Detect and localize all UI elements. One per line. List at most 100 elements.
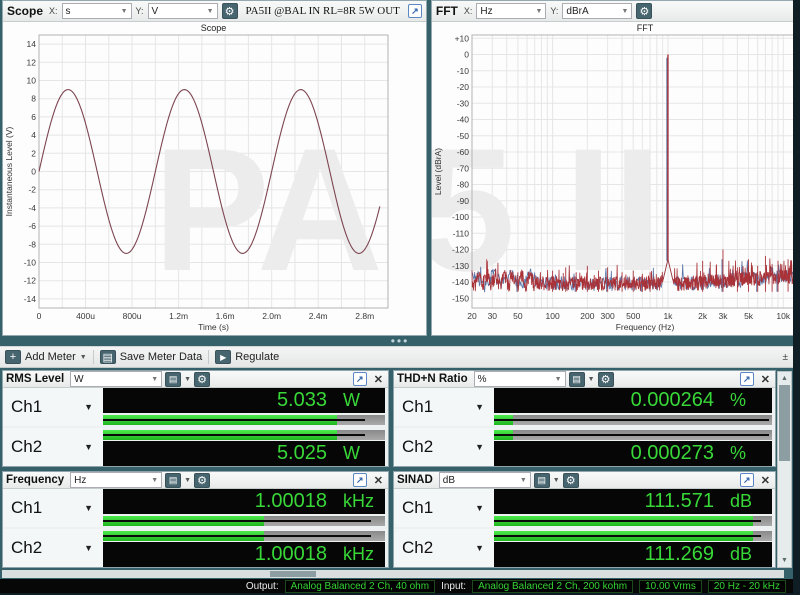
channel-selector[interactable]: Ch2▼ <box>394 428 494 466</box>
svg-text:2.0m: 2.0m <box>262 311 281 321</box>
meter-display: 5.033W <box>103 388 385 413</box>
svg-text:+10: +10 <box>454 33 469 43</box>
save-meter-data-button[interactable]: ▤ Save Meter Data <box>100 350 203 364</box>
y-axis-label: Y: <box>136 6 144 16</box>
scope-y-unit-select[interactable]: V▼ <box>148 3 218 19</box>
popout-icon[interactable]: ↗ <box>740 473 754 487</box>
svg-text:Scope: Scope <box>201 23 227 33</box>
scroll-up-icon[interactable]: ▲ <box>778 372 791 385</box>
output-config-badge[interactable]: Analog Balanced 2 Ch, 40 ohm <box>285 580 435 593</box>
svg-text:300: 300 <box>600 311 614 321</box>
channel-selector[interactable]: Ch1▼ <box>394 489 494 527</box>
svg-text:-40: -40 <box>457 115 470 125</box>
svg-text:Level (dBrA): Level (dBrA) <box>433 148 443 195</box>
toolbar-separator <box>93 350 94 364</box>
unit-select[interactable]: dB▼ <box>439 472 531 488</box>
x-axis-label: X: <box>49 6 58 16</box>
gear-icon[interactable]: ⚙ <box>563 473 579 488</box>
svg-text:0: 0 <box>37 311 42 321</box>
scrollbar-thumb[interactable] <box>779 385 790 461</box>
meter-display: 1.00018kHz <box>103 489 385 514</box>
input-config-badge[interactable]: Analog Balanced 2 Ch, 200 kohm <box>472 580 633 593</box>
svg-text:50: 50 <box>513 311 523 321</box>
meters-vertical-scrollbar[interactable]: ▲ ▼ <box>777 371 792 568</box>
meters-horizontal-scrollbar[interactable] <box>2 570 784 578</box>
svg-text:-2: -2 <box>28 185 36 195</box>
close-icon[interactable]: ✕ <box>761 373 770 386</box>
popout-icon[interactable]: ↗ <box>353 372 367 386</box>
chevron-down-icon: ▼ <box>84 402 93 412</box>
gear-icon[interactable]: ⚙ <box>222 3 238 19</box>
svg-text:200: 200 <box>580 311 594 321</box>
output-label: Output: <box>246 581 279 592</box>
chevron-down-icon: ▼ <box>588 376 595 383</box>
scope-header: Scope X: s▼ Y: V▼ ⚙ PA5II @BAL IN RL=8R … <box>3 1 426 22</box>
meter-style-icon[interactable]: ▤ <box>534 473 550 488</box>
channel-selector[interactable]: Ch2▼ <box>394 529 494 567</box>
status-bar: Output: Analog Balanced 2 Ch, 40 ohm Inp… <box>0 579 800 594</box>
meter-style-icon[interactable]: ▤ <box>165 473 181 488</box>
chevron-down-icon: ▼ <box>151 376 158 383</box>
meter-bar <box>494 413 772 426</box>
chevron-down-icon: ▼ <box>184 477 191 484</box>
channel-row: Ch2▼ 111.269dB <box>394 529 775 567</box>
meter-unit: W <box>343 443 377 464</box>
channel-selector[interactable]: Ch1▼ <box>3 489 103 527</box>
close-icon[interactable]: ✕ <box>374 474 383 487</box>
chevron-down-icon: ▼ <box>184 376 191 383</box>
fft-y-unit-select[interactable]: dBrA▼ <box>562 3 632 19</box>
svg-text:4: 4 <box>31 130 36 140</box>
svg-text:-150: -150 <box>452 293 469 303</box>
chevron-down-icon: ▼ <box>80 354 87 361</box>
chevron-down-icon: ▼ <box>475 543 484 553</box>
gear-icon[interactable]: ⚙ <box>194 473 210 488</box>
meter-bar <box>494 529 772 542</box>
svg-text:1k: 1k <box>663 311 673 321</box>
meter-unit: dB <box>730 544 764 565</box>
channel-selector[interactable]: Ch2▼ <box>3 428 103 466</box>
input-range-badge[interactable]: 10.00 Vrms <box>639 580 702 593</box>
meter-display: 0.000264% <box>494 388 772 413</box>
svg-text:-6: -6 <box>28 221 36 231</box>
gear-icon[interactable]: ⚙ <box>598 372 614 387</box>
pin-icon[interactable]: ± <box>783 352 789 363</box>
svg-text:-10: -10 <box>24 258 37 268</box>
regulate-button[interactable]: ▶ Regulate <box>215 350 279 364</box>
add-meter-button[interactable]: + Add Meter ▼ <box>5 350 87 364</box>
chevron-down-icon: ▼ <box>475 442 484 452</box>
meter-style-icon[interactable]: ▤ <box>165 372 181 387</box>
svg-text:0: 0 <box>31 167 36 177</box>
gear-icon[interactable]: ⚙ <box>636 3 652 19</box>
scope-x-unit-select[interactable]: s▼ <box>62 3 132 19</box>
scope-graph[interactable]: PA0400u800u1.2m1.6m2.0m2.4m2.8m-14-12-10… <box>3 22 394 335</box>
gear-icon[interactable]: ⚙ <box>194 372 210 387</box>
popout-icon[interactable]: ↗ <box>408 4 422 18</box>
popout-icon[interactable]: ↗ <box>740 372 754 386</box>
channel-selector[interactable]: Ch2▼ <box>3 529 103 567</box>
channel-selector[interactable]: Ch1▼ <box>3 388 103 426</box>
unit-select[interactable]: %▼ <box>474 371 566 387</box>
svg-text:-14: -14 <box>24 294 37 304</box>
channel-selector[interactable]: Ch1▼ <box>394 388 494 426</box>
fft-x-unit-select[interactable]: Hz▼ <box>476 3 546 19</box>
svg-text:-110: -110 <box>453 228 470 238</box>
svg-text:-90: -90 <box>457 196 470 206</box>
close-icon[interactable]: ✕ <box>374 373 383 386</box>
fft-graph[interactable]: 5 II2030501002003005001k2k3k5k10k20k+100… <box>432 22 800 335</box>
input-label: Input: <box>441 581 466 592</box>
popout-icon[interactable]: ↗ <box>353 473 367 487</box>
scroll-down-icon[interactable]: ▼ <box>778 554 791 567</box>
svg-text:-140: -140 <box>452 277 469 287</box>
x-axis-label: X: <box>464 6 473 16</box>
meter-style-icon[interactable]: ▤ <box>569 372 585 387</box>
svg-text:12: 12 <box>27 57 37 67</box>
unit-select[interactable]: W▼ <box>70 371 162 387</box>
unit-select[interactable]: Hz▼ <box>70 472 162 488</box>
close-icon[interactable]: ✕ <box>761 474 770 487</box>
svg-text:10: 10 <box>27 76 37 86</box>
meter-display: 5.025W <box>103 441 385 466</box>
scrollbar-thumb[interactable] <box>270 571 316 577</box>
bandwidth-badge[interactable]: 20 Hz - 20 kHz <box>708 580 786 593</box>
horizontal-splitter[interactable]: ••• <box>0 336 800 346</box>
meter-title: RMS Level <box>6 373 64 385</box>
